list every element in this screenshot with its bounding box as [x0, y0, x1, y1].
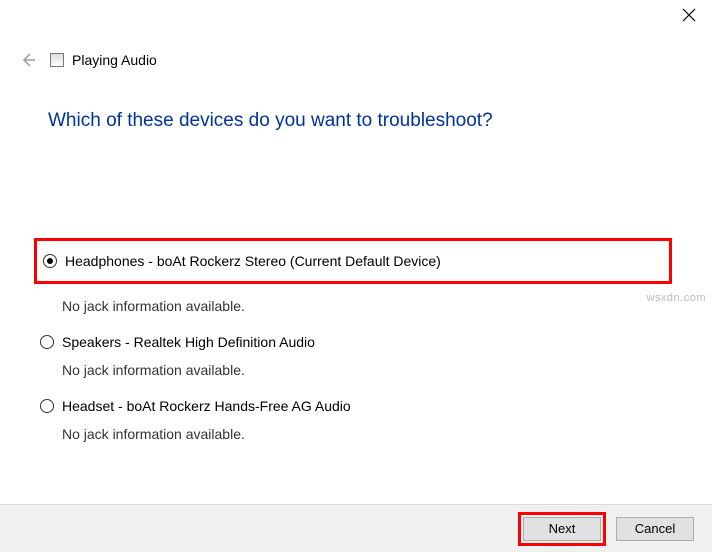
back-arrow-icon[interactable]	[20, 52, 36, 68]
window-title: Playing Audio	[72, 52, 157, 68]
device-info: No jack information available.	[62, 354, 672, 390]
watermark: wsxdn.com	[646, 292, 706, 304]
radio-icon	[40, 335, 54, 349]
radio-icon	[43, 254, 57, 268]
audio-icon	[50, 53, 64, 67]
cancel-button[interactable]: Cancel	[616, 517, 694, 541]
footer-bar: Next Cancel	[0, 504, 712, 552]
close-icon[interactable]	[682, 8, 696, 22]
device-info: No jack information available.	[62, 418, 672, 454]
radio-icon	[40, 399, 54, 413]
device-label: Headset - boAt Rockerz Hands-Free AG Aud…	[62, 398, 351, 414]
next-button[interactable]: Next	[523, 517, 601, 541]
device-label: Headphones - boAt Rockerz Stereo (Curren…	[65, 253, 441, 269]
device-label: Speakers - Realtek High Definition Audio	[62, 334, 315, 350]
device-option-speakers[interactable]: Speakers - Realtek High Definition Audio	[40, 330, 672, 354]
device-option-headphones[interactable]: Headphones - boAt Rockerz Stereo (Curren…	[43, 249, 663, 273]
page-heading: Which of these devices do you want to tr…	[48, 110, 493, 132]
device-list: Headphones - boAt Rockerz Stereo (Curren…	[40, 238, 672, 458]
device-option-headset[interactable]: Headset - boAt Rockerz Hands-Free AG Aud…	[40, 394, 672, 418]
device-info: No jack information available.	[62, 290, 672, 326]
